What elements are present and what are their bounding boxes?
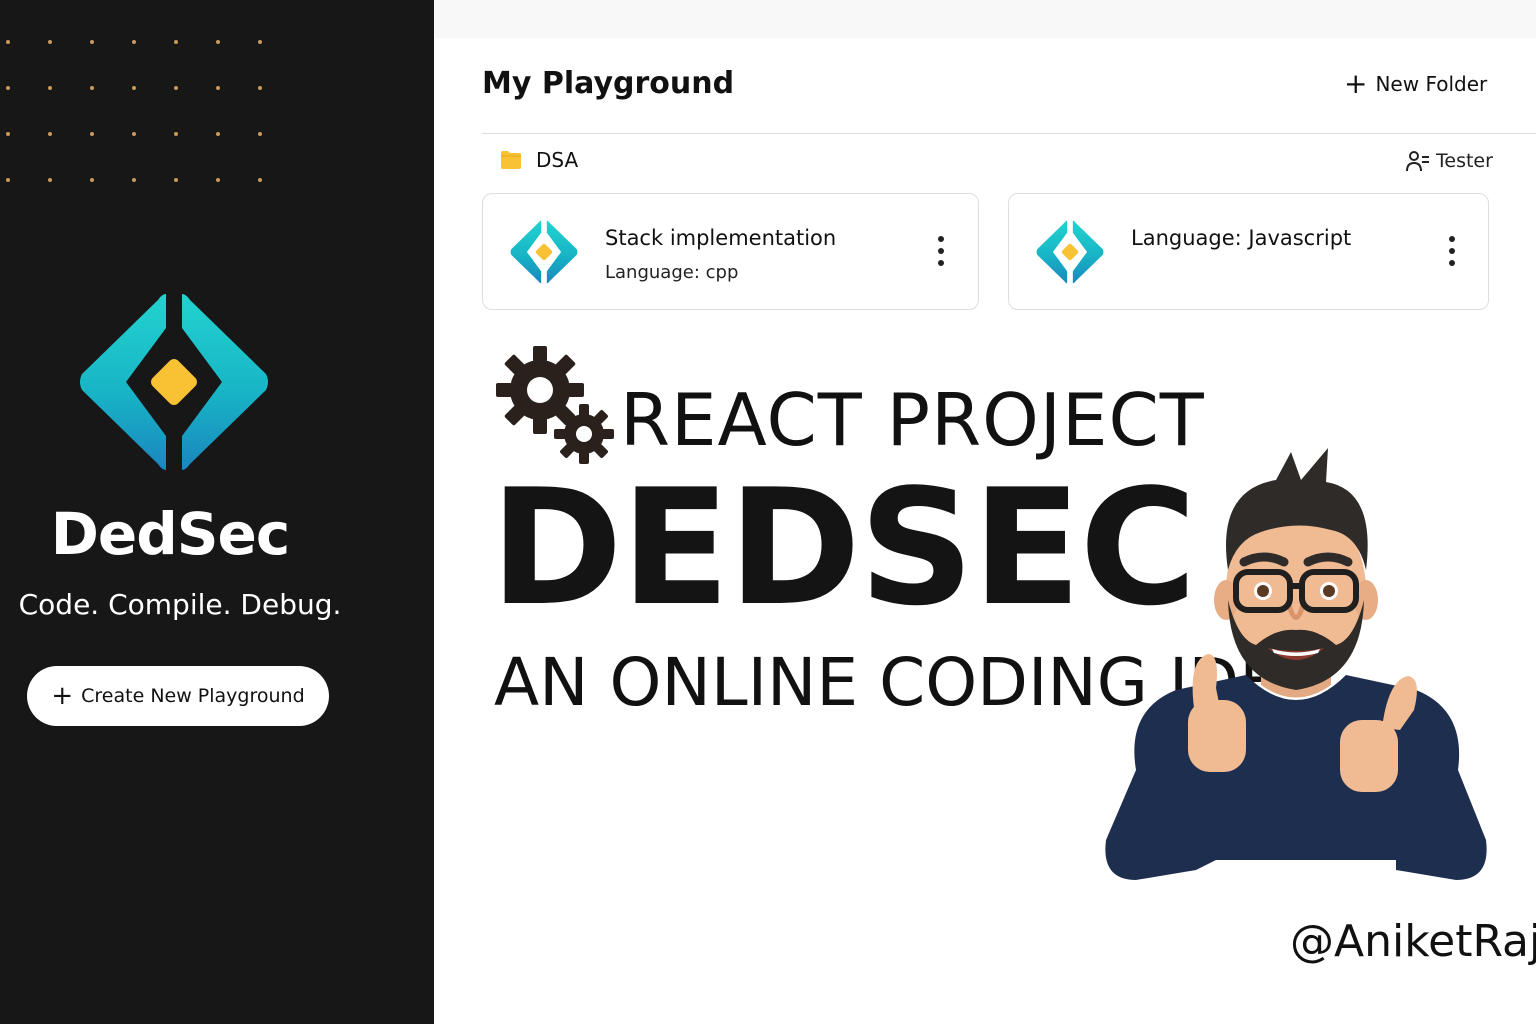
decorative-dot: [258, 178, 262, 182]
decorative-dot: [48, 132, 52, 136]
folder-name: DSA: [536, 148, 579, 172]
decorative-dot: [90, 178, 94, 182]
decorative-dot: [258, 132, 262, 136]
plus-icon: +: [51, 681, 74, 711]
folder-icon: [501, 151, 521, 169]
brand-tagline: Code. Compile. Debug.: [18, 588, 342, 621]
author-handle: @AniketRaj: [1290, 916, 1536, 967]
decorative-dot: [90, 132, 94, 136]
folder-owner-label: Tester: [1436, 150, 1493, 172]
brand-name: DedSec: [50, 500, 291, 568]
decorative-dot: [132, 40, 136, 44]
new-folder-button[interactable]: + New Folder: [1344, 70, 1487, 98]
banner-headline: DEDSEC: [490, 454, 1197, 641]
decorative-dot: [6, 178, 10, 182]
decorative-dot: [6, 40, 10, 44]
decorative-dot: [216, 40, 220, 44]
dedsec-logo-icon: [80, 294, 268, 470]
dedsec-logo-icon: [510, 220, 578, 284]
decorative-dot: [174, 40, 178, 44]
decorative-dot: [48, 40, 52, 44]
decorative-dot: [216, 132, 220, 136]
decorative-dot: [132, 132, 136, 136]
decorative-dot: [6, 86, 10, 90]
decorative-dot: [174, 132, 178, 136]
card-title: Language: Javascript: [1131, 226, 1352, 250]
new-folder-label: New Folder: [1375, 72, 1488, 96]
gears-icon: [496, 346, 614, 464]
sidebar: DedSec Code. Compile. Debug. + Create Ne…: [0, 0, 434, 1024]
decorative-dot: [258, 86, 262, 90]
decorative-dot: [174, 86, 178, 90]
decorative-dot: [216, 86, 220, 90]
page-title: My Playground: [482, 66, 735, 101]
top-strip: [434, 0, 1536, 38]
playground-card[interactable]: Language: Javascript: [1008, 193, 1489, 310]
decorative-dot: [48, 86, 52, 90]
decorative-dot: [258, 40, 262, 44]
card-language: Language: cpp: [605, 262, 739, 283]
decorative-dot: [6, 132, 10, 136]
playground-card[interactable]: Stack implementation Language: cpp: [482, 193, 979, 310]
decorative-dot: [48, 178, 52, 182]
dedsec-logo-icon: [1036, 220, 1104, 284]
create-new-playground-label: Create New Playground: [81, 685, 305, 707]
folder-owner[interactable]: Tester: [1406, 149, 1493, 173]
kebab-menu-icon[interactable]: [937, 236, 945, 266]
decorative-dot: [216, 178, 220, 182]
memoji-avatar: [1105, 448, 1487, 880]
card-title: Stack implementation: [605, 226, 837, 250]
decorative-dot: [90, 40, 94, 44]
folder-header[interactable]: DSA: [500, 148, 578, 172]
create-new-playground-button[interactable]: + Create New Playground: [27, 666, 329, 726]
decorative-dot: [174, 178, 178, 182]
decorative-dot: [90, 86, 94, 90]
decorative-dot: [132, 178, 136, 182]
user-list-icon: [1406, 151, 1429, 172]
plus-icon: +: [1344, 67, 1368, 100]
header-divider: [482, 133, 1536, 134]
decorative-dot: [132, 86, 136, 90]
kebab-menu-icon[interactable]: [1448, 236, 1456, 266]
